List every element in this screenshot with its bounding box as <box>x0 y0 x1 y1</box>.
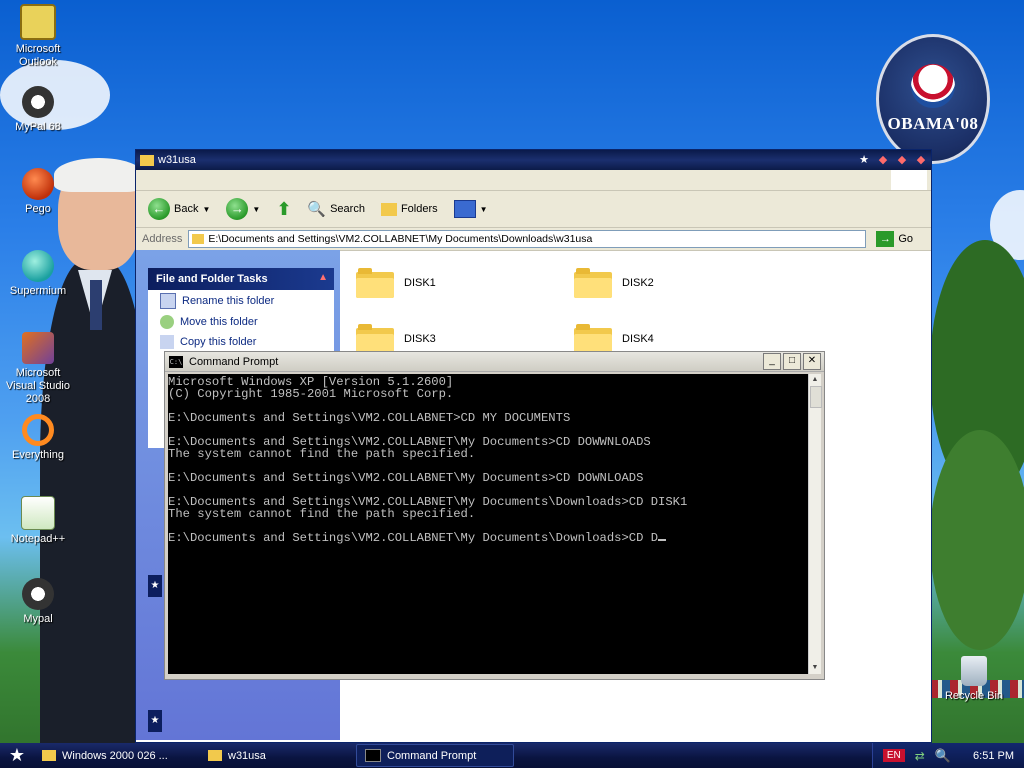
explorer-titlebar[interactable]: w31usa ★ ◆ ◆ ◆ <box>136 150 931 170</box>
star-icon: ★ <box>148 710 162 732</box>
console-icon <box>365 749 381 762</box>
scroll-thumb[interactable] <box>810 386 822 408</box>
text-cursor <box>658 539 667 541</box>
cmd-titlebar[interactable]: C:\ Command Prompt _ □ ✕ <box>165 352 824 372</box>
desktop-icon-outlook[interactable]: Microsoft Outlook <box>0 4 76 69</box>
cmd-title: Command Prompt <box>189 355 279 368</box>
copy-folder-link[interactable]: Copy this folder <box>148 332 334 352</box>
star-icon: ★ <box>8 745 26 765</box>
folder-disk3[interactable]: DISK3 <box>356 324 436 354</box>
folder-disk2[interactable]: DISK2 <box>574 268 654 298</box>
back-button[interactable]: ← Back ▼ <box>144 196 214 222</box>
recycle-bin-icon <box>961 656 987 686</box>
forward-button[interactable]: → ▼ <box>222 196 264 222</box>
folder-icon <box>574 268 612 298</box>
desktop-icon-everything[interactable]: Everything <box>0 414 76 462</box>
close-button[interactable]: ◆ <box>913 152 929 168</box>
console-icon: C:\ <box>169 355 183 368</box>
badge-text: OBAMA'08 <box>887 114 979 133</box>
windows-logo-icon <box>891 170 927 190</box>
campaign-badge: OBAMA'08 <box>876 34 990 164</box>
menu-bar <box>136 170 931 191</box>
explorer-toolbar: ← Back ▼ → ▼ ⬆ 🔍 Search Folders ▼ <box>136 191 931 228</box>
console-text: Microsoft Windows XP [Version 5.1.2600] … <box>168 375 688 545</box>
up-arrow-icon: ⬆ <box>276 198 292 219</box>
task-panel-header[interactable]: File and Folder Tasks ▲ <box>148 268 334 290</box>
folder-icon <box>574 324 612 354</box>
system-tray: EN ⇄ 🔍 6:51 PM <box>871 743 1024 768</box>
chevron-down-icon: ▼ <box>252 204 261 214</box>
folders-button[interactable]: Folders <box>377 201 442 218</box>
everything-icon <box>22 414 54 446</box>
folder-icon <box>356 324 394 354</box>
console-scrollbar[interactable]: ▲ ▼ <box>808 374 822 674</box>
address-input[interactable]: E:\Documents and Settings\VM2.COLLABNET\… <box>188 230 867 248</box>
language-indicator[interactable]: EN <box>882 749 905 762</box>
desktop-icon-supermium[interactable]: Supermium <box>0 250 76 298</box>
star-icon: ★ <box>859 154 869 166</box>
desktop-icon-mypal68[interactable]: MyPal 68 <box>0 86 76 134</box>
rename-folder-link[interactable]: Rename this folder <box>148 290 334 312</box>
chevron-down-icon: ▼ <box>202 204 211 214</box>
minimize-button[interactable]: ◆ <box>875 152 891 168</box>
search-icon: 🔍 <box>307 201 327 218</box>
move-icon <box>160 315 174 329</box>
views-icon <box>453 200 476 218</box>
forward-arrow-icon: → <box>226 198 249 220</box>
address-bar: Address E:\Documents and Settings\VM2.CO… <box>136 228 931 251</box>
desktop-icon-recycle-bin[interactable]: Recycle Bin <box>936 656 1012 702</box>
folder-icon <box>356 268 394 298</box>
maximize-button[interactable]: □ <box>783 353 801 370</box>
go-arrow-icon: → <box>876 231 895 247</box>
desktop-icon-notepadpp[interactable]: Notepad++ <box>0 496 76 546</box>
pego-icon <box>22 168 54 200</box>
maximize-button[interactable]: ◆ <box>894 152 910 168</box>
obama-logo-icon <box>911 64 955 108</box>
clock[interactable]: 6:51 PM <box>973 750 1014 762</box>
minimize-button[interactable]: _ <box>763 353 781 370</box>
outlook-icon <box>20 4 56 40</box>
taskbar-item-windows2000[interactable]: Windows 2000 026 ... <box>34 745 200 766</box>
network-icon[interactable]: ⇄ <box>915 749 925 763</box>
move-folder-link[interactable]: Move this folder <box>148 312 334 332</box>
explorer-title: w31usa <box>158 154 196 166</box>
taskbar-item-command-prompt[interactable]: Command Prompt <box>356 744 514 767</box>
desktop-icon-visual-studio[interactable]: Microsoft Visual Studio 2008 <box>0 332 76 406</box>
scroll-down-icon[interactable]: ▼ <box>809 662 821 674</box>
copy-icon <box>160 335 174 349</box>
folders-icon <box>380 202 397 216</box>
raccoon-icon <box>22 86 54 118</box>
notepadpp-icon <box>21 496 55 530</box>
search-button[interactable]: 🔍 Search <box>303 198 369 220</box>
start-button[interactable]: ★ <box>0 743 34 768</box>
desktop-icon-pego[interactable]: Pego <box>0 168 76 216</box>
console-output[interactable]: Microsoft Windows XP [Version 5.1.2600] … <box>168 374 808 674</box>
visual-studio-icon <box>22 332 54 364</box>
search-tray-icon[interactable]: 🔍 <box>935 748 951 764</box>
back-arrow-icon: ← <box>148 198 170 220</box>
desktop-icon-mypal[interactable]: Mypal <box>0 578 76 626</box>
up-folder-button[interactable]: ⬆ <box>272 197 295 222</box>
views-button[interactable]: ▼ <box>450 198 492 220</box>
folder-icon <box>140 154 154 166</box>
supermium-icon <box>22 250 54 282</box>
folder-icon <box>192 234 205 244</box>
taskbar: ★ Windows 2000 026 ... w31usa Command Pr… <box>0 743 1024 768</box>
raccoon-icon <box>22 578 54 610</box>
rename-icon <box>160 293 176 309</box>
folder-disk1[interactable]: DISK1 <box>356 268 436 298</box>
folder-icon <box>42 750 56 761</box>
star-icon: ★ <box>148 575 162 597</box>
collapse-icon: ▲ <box>318 272 328 283</box>
go-button[interactable]: → Go <box>876 231 913 247</box>
folder-disk4[interactable]: DISK4 <box>574 324 654 354</box>
close-button[interactable]: ✕ <box>803 353 821 370</box>
folder-icon <box>208 750 222 761</box>
scroll-up-icon[interactable]: ▲ <box>809 374 821 386</box>
command-prompt-window[interactable]: C:\ Command Prompt _ □ ✕ Microsoft Windo… <box>164 351 825 680</box>
chevron-down-icon: ▼ <box>479 204 488 214</box>
taskbar-item-w31usa[interactable]: w31usa <box>200 745 356 766</box>
wallpaper-tree <box>930 430 1024 650</box>
